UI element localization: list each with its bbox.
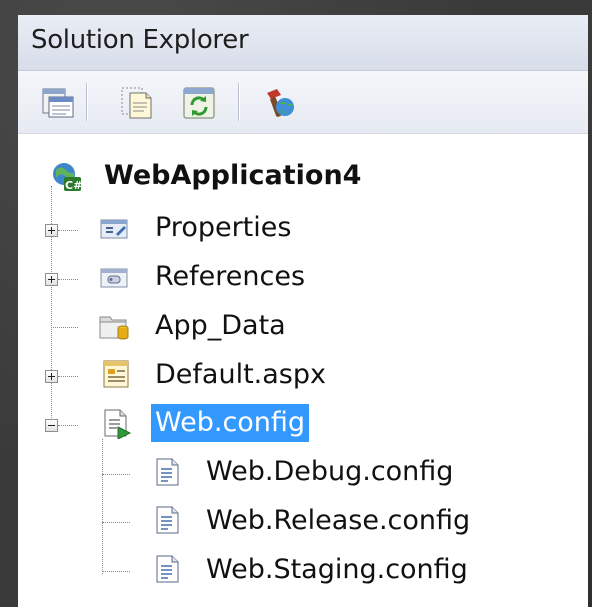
tree-guide-line: [58, 376, 78, 377]
expand-button[interactable]: [45, 224, 58, 237]
aspx-page-icon: [100, 358, 132, 390]
tree-guide-line: [102, 522, 130, 523]
toolbar-separator: [86, 83, 87, 121]
properties-button[interactable]: [38, 84, 76, 122]
csharp-web-project-icon: C#: [50, 160, 82, 192]
tree-item-label: Web.Debug.config: [206, 456, 454, 487]
config-transform-icon: [152, 456, 184, 488]
tree-guide-line: [51, 186, 52, 426]
properties-window-icon: [42, 88, 74, 118]
copy-website-icon: [267, 89, 294, 117]
show-all-files-icon: [121, 87, 152, 119]
config-transform-icon: [152, 504, 184, 536]
panel-title: Solution Explorer: [31, 25, 249, 55]
tree-item-label: References: [155, 261, 306, 292]
tree-guide-line: [102, 439, 103, 574]
tree-guide-line: [58, 425, 78, 426]
tree-item-label: Web.config: [151, 404, 310, 442]
toolbar-separator: [238, 83, 239, 121]
svg-text:C#: C#: [65, 179, 82, 192]
references-folder-icon: [98, 261, 130, 293]
solution-tree: C# WebApplication4 Properties References…: [18, 134, 588, 604]
copy-website-button[interactable]: [260, 84, 298, 122]
config-file-icon: [100, 407, 132, 439]
refresh-button[interactable]: [180, 84, 218, 122]
toolbar: [18, 71, 588, 134]
tree-item-label: App_Data: [155, 310, 286, 341]
folder-icon: [98, 310, 130, 342]
expand-button[interactable]: [45, 370, 58, 383]
config-transform-icon: [152, 553, 184, 585]
tree-item-label: Properties: [155, 212, 292, 243]
title-bar: Solution Explorer: [18, 15, 588, 71]
tree-guide-line: [102, 571, 130, 572]
tree-guide-line: [102, 474, 130, 475]
tree-item-label: Web.Release.config: [206, 505, 471, 536]
collapse-button[interactable]: [45, 419, 58, 432]
tree-item-label: Default.aspx: [155, 359, 326, 390]
refresh-icon: [183, 87, 215, 119]
tree-root-label: WebApplication4: [104, 160, 362, 191]
properties-folder-icon: [98, 212, 130, 244]
tree-guide-line: [51, 327, 78, 328]
tree-item-label: Web.Staging.config: [206, 554, 468, 585]
solution-explorer-panel: Solution Explorer C# WebApplication4 Pro…: [18, 15, 588, 607]
tree-guide-line: [58, 279, 78, 280]
tree-guide-line: [58, 230, 78, 231]
expand-button[interactable]: [45, 273, 58, 286]
show-all-files-button[interactable]: [118, 84, 156, 122]
